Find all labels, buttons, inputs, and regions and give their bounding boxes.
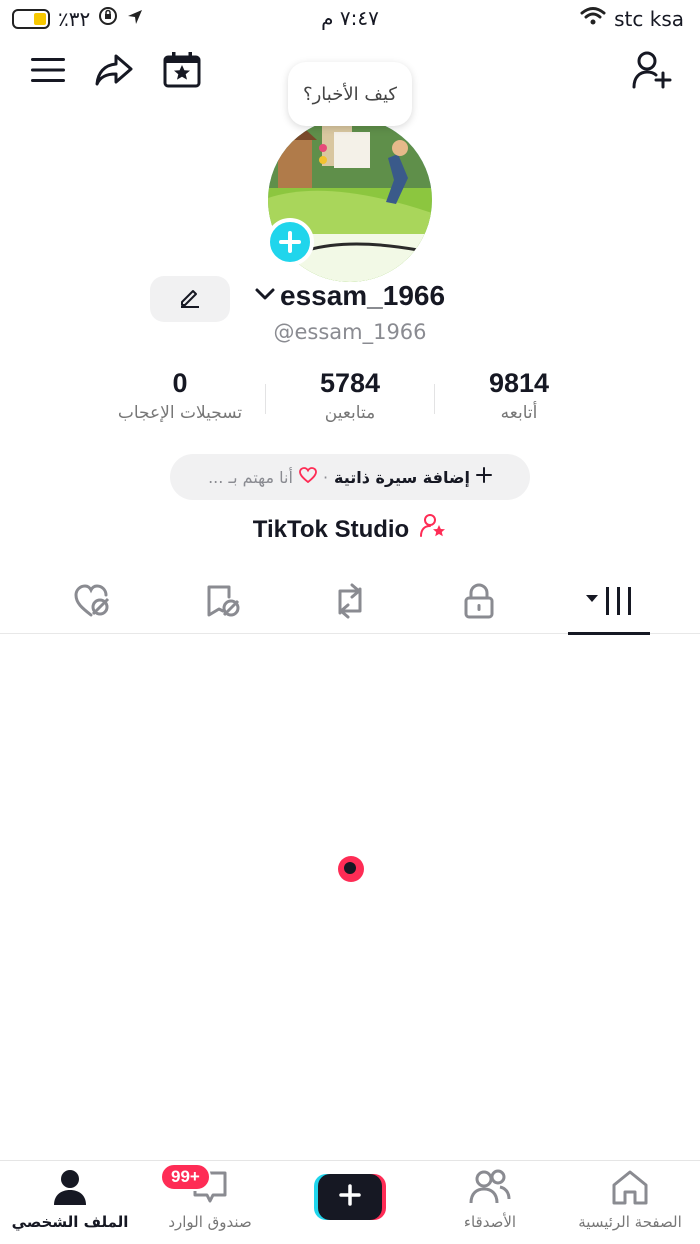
status-right: stc ksa xyxy=(580,6,684,31)
status-bar: ٪٣٢ ٧:٤٧ م stc ksa xyxy=(0,0,700,36)
add-bio-label: إضافة سيرة ذاتية xyxy=(334,467,470,487)
bio-separator: · xyxy=(322,467,329,487)
user-handle: @essam_1966 xyxy=(273,320,427,344)
pencil-icon xyxy=(178,285,202,313)
studio-label: TikTok Studio xyxy=(252,515,410,543)
tab-private[interactable] xyxy=(434,572,524,634)
inbox-badge: 99+ xyxy=(160,1163,211,1191)
create-button[interactable] xyxy=(314,1174,386,1220)
lock-icon xyxy=(464,583,494,623)
tiktok-studio-link[interactable]: TikTok Studio xyxy=(0,512,700,547)
edit-profile-button[interactable] xyxy=(150,276,230,322)
plus-icon xyxy=(475,467,492,487)
add-user-icon[interactable] xyxy=(630,48,674,92)
liked-hidden-icon xyxy=(74,584,112,622)
profile-stats: 0 تسجيلات الإعجاب 5784 متابعين 9814 أتاب… xyxy=(0,368,700,438)
nav-friends-label: الأصدقاء xyxy=(463,1213,517,1231)
wifi-icon xyxy=(580,6,606,31)
status-bubble[interactable]: كيف الأخبار؟ xyxy=(288,62,412,126)
stat-followers-value: 5784 xyxy=(319,368,381,398)
tab-favorites[interactable] xyxy=(178,572,268,634)
nav-inbox[interactable]: 99+ صندوق الوارد xyxy=(140,1163,280,1243)
username-switcher[interactable]: essam_1966 xyxy=(254,280,445,312)
stat-likes[interactable]: 0 تسجيلات الإعجاب xyxy=(90,368,270,423)
plus-icon xyxy=(339,1184,361,1210)
creator-star-icon xyxy=(419,512,447,547)
nav-home[interactable]: الصفحة الرئيسية xyxy=(560,1169,700,1243)
add-bio-button[interactable]: إضافة سيرة ذاتية · أنا مهتم بـ ... xyxy=(170,454,530,500)
videos-grid-icon xyxy=(584,585,634,621)
nav-home-label: الصفحة الرئيسية xyxy=(578,1213,682,1231)
tab-liked[interactable] xyxy=(48,572,138,634)
loading-spinner xyxy=(338,856,364,882)
repost-icon xyxy=(332,583,368,623)
friends-icon xyxy=(469,1169,511,1209)
stat-likes-value: 0 xyxy=(172,368,188,398)
carrier-name: stc ksa xyxy=(614,6,684,31)
tab-videos[interactable] xyxy=(564,572,654,635)
add-avatar-button[interactable] xyxy=(266,218,314,266)
create-core xyxy=(318,1174,382,1220)
stat-followers[interactable]: 5784 متابعين xyxy=(260,368,440,423)
nav-profile[interactable]: الملف الشخصي xyxy=(0,1169,140,1243)
stat-following-value: 9814 xyxy=(488,368,550,398)
home-icon xyxy=(611,1169,649,1209)
menu-icon[interactable] xyxy=(26,48,70,92)
nav-friends[interactable]: الأصدقاء xyxy=(420,1169,560,1243)
stat-following-label: أتابعه xyxy=(500,403,538,423)
bubble-text: كيف الأخبار؟ xyxy=(303,83,397,105)
favorites-hidden-icon xyxy=(205,583,241,623)
content-tabs xyxy=(0,572,700,635)
stat-likes-label: تسجيلات الإعجاب xyxy=(117,403,243,423)
username: essam_1966 xyxy=(280,280,446,311)
heart-icon xyxy=(299,467,317,487)
calendar-star-icon[interactable] xyxy=(160,48,204,92)
nav-profile-label: الملف الشخصي xyxy=(11,1213,129,1231)
stat-following[interactable]: 9814 أتابعه xyxy=(429,368,609,423)
stat-followers-label: متابعين xyxy=(324,403,376,423)
chevron-down-icon xyxy=(254,286,276,306)
profile-icon xyxy=(53,1169,87,1209)
nav-inbox-label: صندوق الوارد xyxy=(168,1213,252,1231)
interests-label: أنا مهتم بـ ... xyxy=(208,467,293,487)
tab-reposts[interactable] xyxy=(305,572,395,634)
share-icon[interactable] xyxy=(92,48,136,92)
